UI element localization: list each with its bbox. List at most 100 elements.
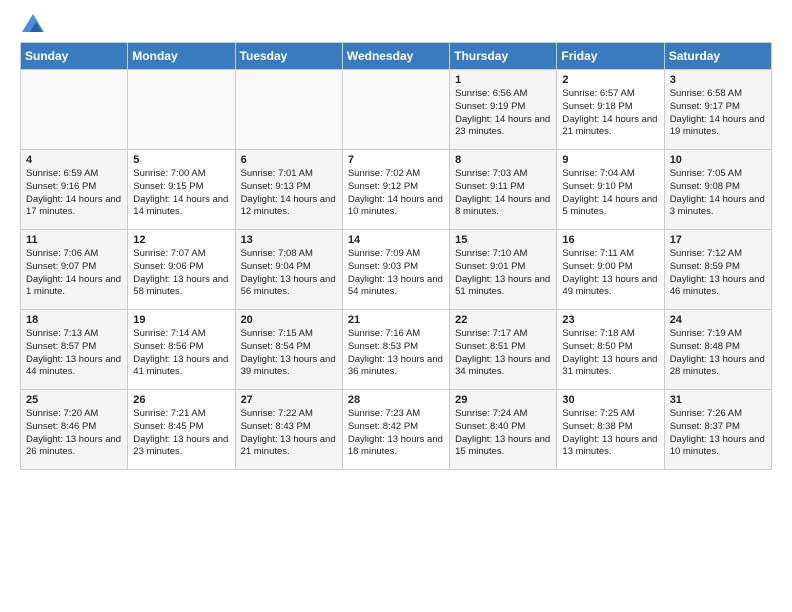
calendar-day-cell: 16 Sunrise: 7:11 AM Sunset: 9:00 PM Dayli… [557,230,664,310]
calendar-day-cell: 29 Sunrise: 7:24 AM Sunset: 8:40 PM Dayli… [450,390,557,470]
calendar-day-cell: 14 Sunrise: 7:09 AM Sunset: 9:03 PM Dayli… [342,230,449,310]
weekday-header: Friday [557,43,664,70]
day-info: Sunrise: 6:58 AM Sunset: 9:17 PM Dayligh… [670,88,766,139]
calendar-table: SundayMondayTuesdayWednesdayThursdayFrid… [20,42,772,470]
calendar-day-cell: 8 Sunrise: 7:03 AM Sunset: 9:11 PM Daylig… [450,150,557,230]
calendar-day-cell: 31 Sunrise: 7:26 AM Sunset: 8:37 PM Dayli… [664,390,771,470]
day-number: 20 [241,314,337,326]
calendar-day-cell: 5 Sunrise: 7:00 AM Sunset: 9:15 PM Daylig… [128,150,235,230]
weekday-header: Sunday [21,43,128,70]
day-number: 31 [670,394,766,406]
weekday-header: Tuesday [235,43,342,70]
day-info: Sunrise: 7:07 AM Sunset: 9:06 PM Dayligh… [133,248,229,299]
calendar-day-cell [128,70,235,150]
calendar-day-cell: 26 Sunrise: 7:21 AM Sunset: 8:45 PM Dayli… [128,390,235,470]
day-number: 22 [455,314,551,326]
day-info: Sunrise: 6:59 AM Sunset: 9:16 PM Dayligh… [26,168,122,219]
day-info: Sunrise: 7:01 AM Sunset: 9:13 PM Dayligh… [241,168,337,219]
calendar-day-cell: 13 Sunrise: 7:08 AM Sunset: 9:04 PM Dayli… [235,230,342,310]
day-info: Sunrise: 7:17 AM Sunset: 8:51 PM Dayligh… [455,328,551,379]
day-number: 16 [562,234,658,246]
calendar-week-row: 1 Sunrise: 6:56 AM Sunset: 9:19 PM Daylig… [21,70,772,150]
day-number: 11 [26,234,122,246]
weekday-header: Wednesday [342,43,449,70]
calendar-day-cell: 17 Sunrise: 7:12 AM Sunset: 8:59 PM Dayli… [664,230,771,310]
day-info: Sunrise: 6:57 AM Sunset: 9:18 PM Dayligh… [562,88,658,139]
calendar-day-cell: 18 Sunrise: 7:13 AM Sunset: 8:57 PM Dayli… [21,310,128,390]
day-number: 21 [348,314,444,326]
day-info: Sunrise: 7:04 AM Sunset: 9:10 PM Dayligh… [562,168,658,219]
day-info: Sunrise: 7:21 AM Sunset: 8:45 PM Dayligh… [133,408,229,459]
calendar-day-cell: 30Sunrise: 7:25 AM Sunset: 8:38 PM Dayli… [557,390,664,470]
day-number: 5 [133,154,229,166]
day-number: 24 [670,314,766,326]
day-info: Sunrise: 7:00 AM Sunset: 9:15 PM Dayligh… [133,168,229,219]
day-number: 9 [562,154,658,166]
day-info: Sunrise: 7:14 AM Sunset: 8:56 PM Dayligh… [133,328,229,379]
calendar-day-cell: 25 Sunrise: 7:20 AM Sunset: 8:46 PM Dayli… [21,390,128,470]
day-info: Sunrise: 7:08 AM Sunset: 9:04 PM Dayligh… [241,248,337,299]
day-number: 13 [241,234,337,246]
day-number: 17 [670,234,766,246]
day-number: 7 [348,154,444,166]
calendar-day-cell: 22 Sunrise: 7:17 AM Sunset: 8:51 PM Dayli… [450,310,557,390]
day-info: Sunrise: 7:05 AM Sunset: 9:08 PM Dayligh… [670,168,766,219]
calendar-day-cell: 23 Sunrise: 7:18 AM Sunset: 8:50 PM Dayli… [557,310,664,390]
calendar-day-cell: 9 Sunrise: 7:04 AM Sunset: 9:10 PM Daylig… [557,150,664,230]
day-number: 28 [348,394,444,406]
day-number: 12 [133,234,229,246]
day-number: 14 [348,234,444,246]
calendar-week-row: 18 Sunrise: 7:13 AM Sunset: 8:57 PM Dayli… [21,310,772,390]
day-number: 29 [455,394,551,406]
day-number: 6 [241,154,337,166]
calendar-day-cell: 11Sunrise: 7:06 AM Sunset: 9:07 PM Dayli… [21,230,128,310]
logo [20,20,44,32]
day-number: 1 [455,74,551,86]
day-number: 2 [562,74,658,86]
day-info: Sunrise: 7:23 AM Sunset: 8:42 PM Dayligh… [348,408,444,459]
calendar-day-cell [342,70,449,150]
calendar-day-cell: 24 Sunrise: 7:19 AM Sunset: 8:48 PM Dayli… [664,310,771,390]
day-info: Sunrise: 7:02 AM Sunset: 9:12 PM Dayligh… [348,168,444,219]
day-info: Sunrise: 6:56 AM Sunset: 9:19 PM Dayligh… [455,88,551,139]
day-info: Sunrise: 7:15 AM Sunset: 8:54 PM Dayligh… [241,328,337,379]
weekday-header: Saturday [664,43,771,70]
day-number: 4 [26,154,122,166]
calendar-day-cell: 6 Sunrise: 7:01 AM Sunset: 9:13 PM Daylig… [235,150,342,230]
day-number: 18 [26,314,122,326]
day-number: 8 [455,154,551,166]
day-number: 15 [455,234,551,246]
weekday-header: Thursday [450,43,557,70]
calendar-day-cell: 7 Sunrise: 7:02 AM Sunset: 9:12 PM Daylig… [342,150,449,230]
day-info: Sunrise: 7:03 AM Sunset: 9:11 PM Dayligh… [455,168,551,219]
calendar-week-row: 11Sunrise: 7:06 AM Sunset: 9:07 PM Dayli… [21,230,772,310]
day-number: 26 [133,394,229,406]
day-info: Sunrise: 7:18 AM Sunset: 8:50 PM Dayligh… [562,328,658,379]
calendar-day-cell: 15Sunrise: 7:10 AM Sunset: 9:01 PM Dayli… [450,230,557,310]
calendar-week-row: 25 Sunrise: 7:20 AM Sunset: 8:46 PM Dayli… [21,390,772,470]
day-info: Sunrise: 7:09 AM Sunset: 9:03 PM Dayligh… [348,248,444,299]
day-info: Sunrise: 7:24 AM Sunset: 8:40 PM Dayligh… [455,408,551,459]
day-info: Sunrise: 7:12 AM Sunset: 8:59 PM Dayligh… [670,248,766,299]
calendar-day-cell [21,70,128,150]
calendar-day-cell: 10 Sunrise: 7:05 AM Sunset: 9:08 PM Dayli… [664,150,771,230]
calendar-day-cell: 2 Sunrise: 6:57 AM Sunset: 9:18 PM Daylig… [557,70,664,150]
day-number: 25 [26,394,122,406]
day-info: Sunrise: 7:16 AM Sunset: 8:53 PM Dayligh… [348,328,444,379]
day-info: Sunrise: 7:19 AM Sunset: 8:48 PM Dayligh… [670,328,766,379]
day-number: 27 [241,394,337,406]
logo-icon [22,14,44,32]
calendar-day-cell: 1 Sunrise: 6:56 AM Sunset: 9:19 PM Daylig… [450,70,557,150]
day-info: Sunrise: 7:20 AM Sunset: 8:46 PM Dayligh… [26,408,122,459]
day-info: Sunrise: 7:11 AM Sunset: 9:00 PM Dayligh… [562,248,658,299]
calendar-day-cell: 3Sunrise: 6:58 AM Sunset: 9:17 PM Daylig… [664,70,771,150]
calendar-day-cell: 19 Sunrise: 7:14 AM Sunset: 8:56 PM Dayli… [128,310,235,390]
day-number: 23 [562,314,658,326]
day-number: 10 [670,154,766,166]
calendar-day-cell: 21 Sunrise: 7:16 AM Sunset: 8:53 PM Dayli… [342,310,449,390]
day-info: Sunrise: 7:26 AM Sunset: 8:37 PM Dayligh… [670,408,766,459]
day-number: 19 [133,314,229,326]
day-info: Sunrise: 7:13 AM Sunset: 8:57 PM Dayligh… [26,328,122,379]
page-header [20,20,772,32]
day-info: Sunrise: 7:22 AM Sunset: 8:43 PM Dayligh… [241,408,337,459]
